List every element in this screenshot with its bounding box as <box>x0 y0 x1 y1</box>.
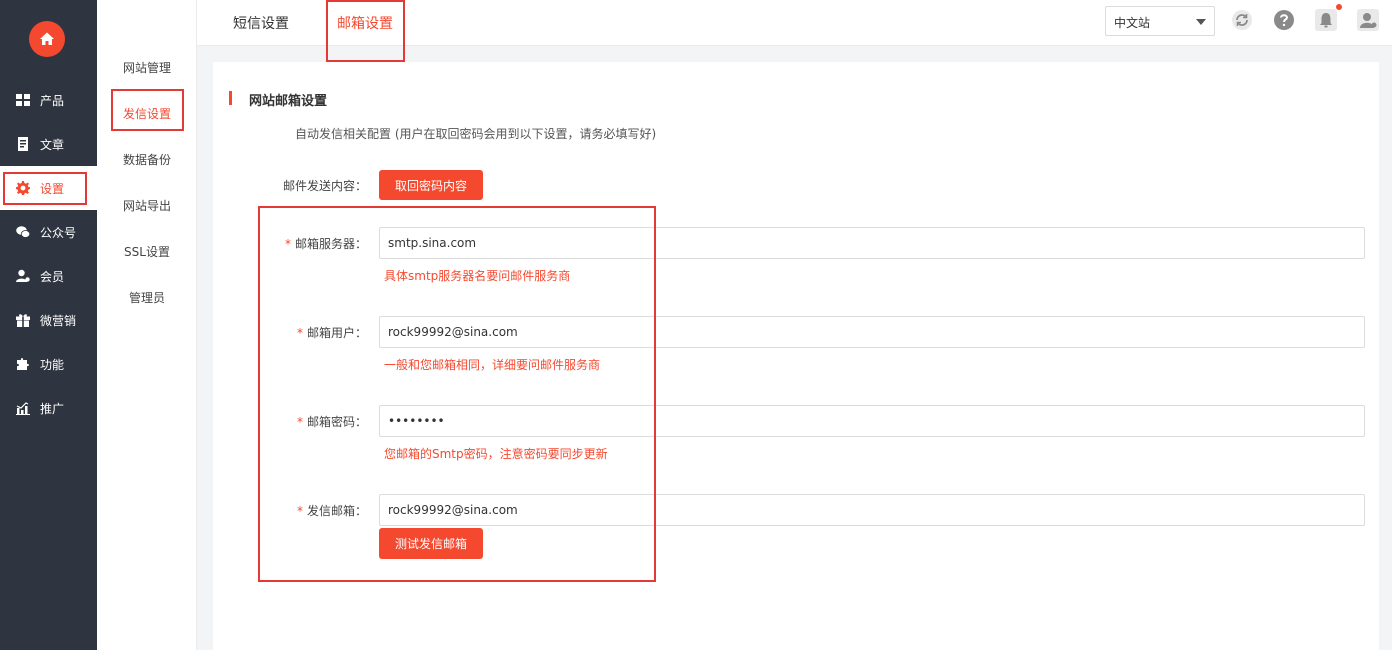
sidebar-item-settings[interactable]: 设置 <box>0 166 97 210</box>
member-icon <box>16 269 30 283</box>
mail-password-hint: 您邮箱的Smtp密码，注意密码要同步更新 <box>384 447 608 461</box>
help-icon <box>1274 10 1294 30</box>
send-content-label: 邮件发送内容： <box>282 179 367 193</box>
tab-sms-settings[interactable]: 短信设置 <box>233 13 289 33</box>
sidebar-item-label: 产品 <box>40 93 65 108</box>
mail-password-label-text: 邮箱密码： <box>306 415 367 429</box>
section-description: 自动发信相关配置 (用户在取回密码会用到以下设置，请务必填写好) <box>295 127 657 141</box>
sidebar-item-label: 微营销 <box>40 313 77 328</box>
wechat-icon <box>16 225 30 239</box>
home-icon <box>40 32 54 45</box>
language-select-value: 中文站 <box>1114 16 1151 30</box>
mail-server-hint: 具体smtp服务器名要问邮件服务商 <box>384 269 571 283</box>
gift-icon <box>16 313 30 327</box>
submenu-item-site-export[interactable]: 网站导出 <box>97 197 197 214</box>
sidebar-item-label: 推广 <box>40 401 65 416</box>
test-send-email-button[interactable]: 测试发信邮箱 <box>379 528 483 559</box>
mail-server-input[interactable] <box>379 227 1365 259</box>
mail-user-label-text: 邮箱用户： <box>306 326 367 340</box>
required-mark: * <box>284 237 291 251</box>
section-title: 网站邮箱设置 <box>249 94 328 109</box>
sidebar-item-promotion[interactable]: 推广 <box>0 386 97 430</box>
mail-server-label-text: 邮箱服务器： <box>294 237 367 251</box>
sidebar-item-micro-marketing[interactable]: 微营销 <box>0 298 97 342</box>
section-marker <box>229 91 232 105</box>
home-button[interactable] <box>29 21 65 57</box>
chevron-down-icon <box>1196 19 1206 25</box>
notification-badge <box>1336 4 1342 10</box>
sidebar-item-label: 设置 <box>40 181 65 196</box>
sidebar-item-members[interactable]: 会员 <box>0 254 97 298</box>
sender-email-label-text: 发信邮箱： <box>306 504 367 518</box>
top-bar: 短信设置 邮箱设置 中文站 <box>197 0 1392 46</box>
sender-email-label: * 发信邮箱： <box>237 502 367 519</box>
mail-user-label: * 邮箱用户： <box>237 324 367 341</box>
sidebar-item-label: 功能 <box>40 357 65 372</box>
required-mark: * <box>296 415 303 429</box>
puzzle-icon <box>16 357 30 371</box>
retrieve-password-content-button[interactable]: 取回密码内容 <box>379 170 483 200</box>
help-button[interactable] <box>1273 9 1295 31</box>
sidebar-item-products[interactable]: 产品 <box>0 78 97 122</box>
chart-icon <box>16 401 30 415</box>
refresh-button[interactable] <box>1231 9 1253 31</box>
submenu-item-ssl-settings[interactable]: SSL设置 <box>97 243 197 260</box>
sidebar-item-wechat[interactable]: 公众号 <box>0 210 97 254</box>
grid-icon <box>16 93 30 107</box>
mail-password-input[interactable] <box>379 405 1365 437</box>
submenu-item-site-management[interactable]: 网站管理 <box>97 59 197 76</box>
avatar-icon <box>1357 9 1379 31</box>
refresh-icon <box>1232 10 1252 30</box>
document-icon <box>16 137 30 151</box>
mail-user-input[interactable] <box>379 316 1365 348</box>
settings-submenu: 网站管理 发信设置 数据备份 网站导出 SSL设置 管理员 <box>97 0 197 650</box>
notifications-button[interactable] <box>1315 9 1337 31</box>
submenu-item-administrators[interactable]: 管理员 <box>97 289 197 306</box>
submenu-item-data-backup[interactable]: 数据备份 <box>97 151 197 168</box>
sidebar-item-label: 会员 <box>40 269 65 284</box>
required-mark: * <box>296 326 303 340</box>
bell-icon <box>1315 9 1337 31</box>
mail-password-label: * 邮箱密码： <box>237 413 367 430</box>
email-settings-panel: 网站邮箱设置 自动发信相关配置 (用户在取回密码会用到以下设置，请务必填写好) … <box>213 62 1379 650</box>
tab-email-settings[interactable]: 邮箱设置 <box>337 13 393 33</box>
sender-email-input[interactable] <box>379 494 1365 526</box>
sidebar-item-functions[interactable]: 功能 <box>0 342 97 386</box>
mail-server-label: * 邮箱服务器： <box>237 235 367 252</box>
main-sidebar: 产品 文章 设置 公众号 会员 微营销 功能 推广 <box>0 0 97 650</box>
language-select[interactable]: 中文站 <box>1105 6 1215 36</box>
submenu-item-mail-settings[interactable]: 发信设置 <box>97 105 197 122</box>
required-mark: * <box>296 504 303 518</box>
sidebar-item-label: 文章 <box>40 137 65 152</box>
sidebar-item-label: 公众号 <box>40 225 77 240</box>
gear-icon <box>16 181 30 195</box>
sidebar-item-articles[interactable]: 文章 <box>0 122 97 166</box>
user-avatar-button[interactable] <box>1357 9 1379 31</box>
mail-user-hint: 一般和您邮箱相同，详细要问邮件服务商 <box>384 358 601 372</box>
